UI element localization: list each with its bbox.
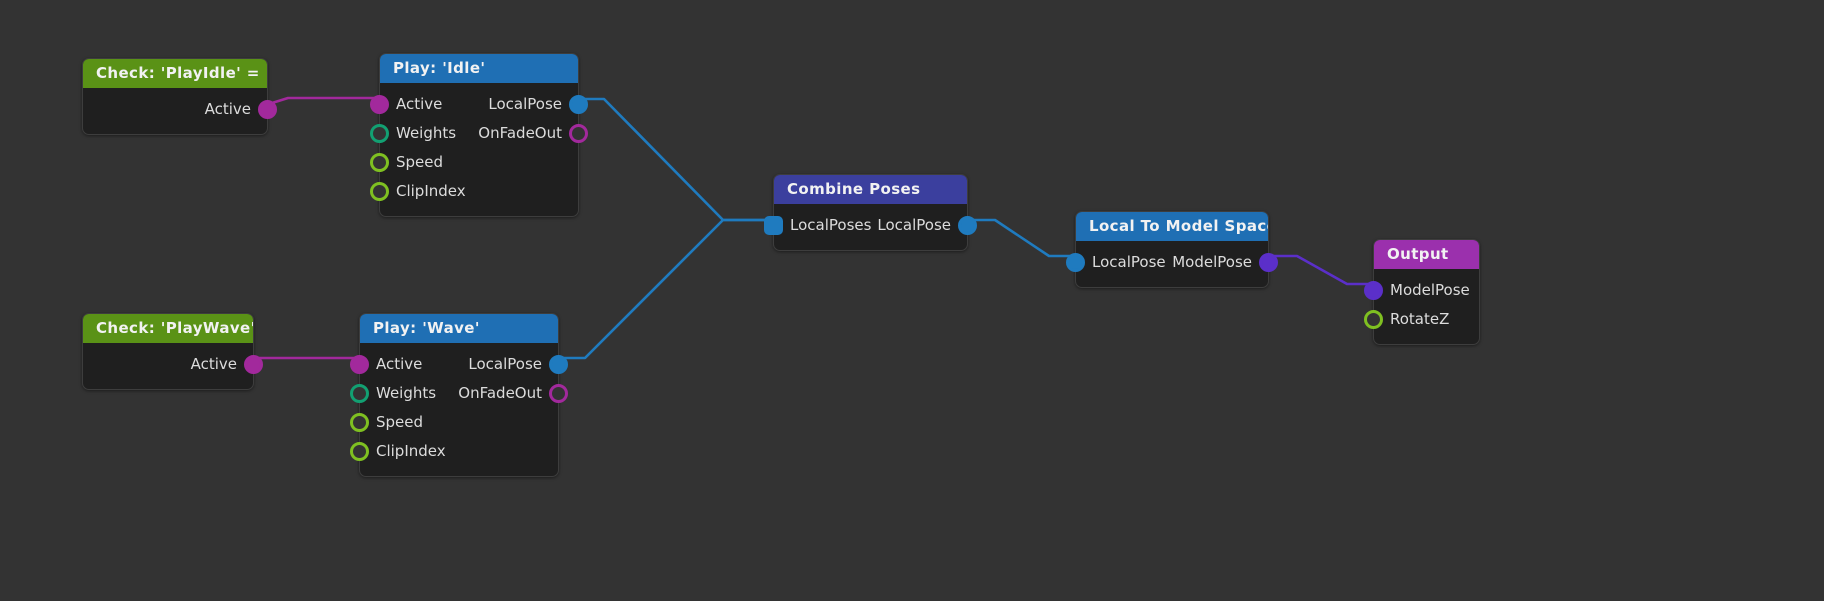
port-out-localpose-icon[interactable]: [958, 216, 977, 235]
port-out-modelpose-icon[interactable]: [1259, 253, 1278, 272]
port-in-weights-icon[interactable]: [350, 384, 369, 403]
node-local-to-model-space[interactable]: Local To Model Space LocalPose ModelPose: [1066, 211, 1278, 288]
port-label-speed: Speed: [396, 153, 444, 171]
port-in-clipindex-icon[interactable]: [370, 182, 389, 201]
port-label-localpose: LocalPose: [877, 216, 951, 234]
port-row: ClipIndex: [370, 177, 578, 206]
port-in-speed-icon[interactable]: [370, 153, 389, 172]
port-out-onfadeout-icon[interactable]: [549, 384, 568, 403]
port-row: RotateZ: [1364, 305, 1479, 334]
port-out-active-icon[interactable]: [258, 100, 277, 119]
port-label-localposes: LocalPoses: [790, 216, 872, 234]
node-play-idle[interactable]: Play: 'Idle' Active LocalPose Weights OnFade…: [370, 53, 588, 217]
port-row: Weights OnFadeOut: [370, 119, 588, 148]
node-body-play-wave: Active LocalPose Weights OnFadeOut Speed Clip…: [350, 343, 568, 476]
node-body-play-idle: Active LocalPose Weights OnFadeOut Speed Clip…: [370, 83, 588, 216]
node-header-play-idle[interactable]: Play: 'Idle': [380, 54, 578, 83]
port-row: LocalPose ModelPose: [1066, 248, 1278, 277]
node-body-check-playidle: Active: [83, 88, 277, 134]
port-label-active: Active: [204, 100, 251, 118]
port-label-speed: Speed: [376, 413, 424, 431]
port-row: Active LocalPose: [350, 350, 568, 379]
port-label-rotatez: RotateZ: [1390, 310, 1450, 328]
node-header-local-to-model-space[interactable]: Local To Model Space: [1076, 212, 1268, 241]
wire-layer: [246, 96, 1373, 360]
port-row: Active LocalPose: [370, 90, 588, 119]
port-in-active-icon[interactable]: [370, 95, 389, 114]
node-body-check-playwave: Active: [83, 343, 263, 389]
port-label-localpose: LocalPose: [1092, 253, 1166, 271]
port-out-localpose-icon[interactable]: [569, 95, 588, 114]
port-row: ModelPose: [1364, 276, 1479, 305]
port-label-active: Active: [190, 355, 237, 373]
port-label-weights: Weights: [396, 124, 457, 142]
node-check-playwave[interactable]: Check: 'PlayWave' = 1 Active: [82, 313, 263, 390]
port-row: LocalPoses LocalPose: [764, 211, 977, 240]
port-label-onfadeout: OnFadeOut: [458, 384, 542, 402]
port-label-modelpose: ModelPose: [1172, 253, 1252, 271]
port-in-modelpose-icon[interactable]: [1364, 281, 1383, 300]
wire-playidle-to-combine[interactable]: [580, 97, 773, 222]
port-label-weights: Weights: [376, 384, 437, 402]
port-out-onfadeout-icon[interactable]: [569, 124, 588, 143]
node-graph-canvas[interactable]: Check: 'PlayIdle' = 1 Active Play: 'Idle' A…: [0, 0, 1824, 601]
port-label-localpose: LocalPose: [468, 355, 542, 373]
port-label-onfadeout: OnFadeOut: [478, 124, 562, 142]
port-label-active: Active: [396, 95, 443, 113]
port-in-localposes-icon[interactable]: [764, 216, 783, 235]
port-in-speed-icon[interactable]: [350, 413, 369, 432]
node-body-combine-poses: LocalPoses LocalPose: [764, 204, 977, 250]
port-row: Weights OnFadeOut: [350, 379, 568, 408]
port-row: Active: [83, 95, 277, 124]
port-label-modelpose: ModelPose: [1390, 281, 1470, 299]
node-output[interactable]: Output ModelPose RotateZ: [1364, 239, 1480, 345]
port-out-localpose-icon[interactable]: [549, 355, 568, 374]
node-body-output: ModelPose RotateZ: [1364, 269, 1479, 344]
port-in-weights-icon[interactable]: [370, 124, 389, 143]
port-label-active: Active: [376, 355, 423, 373]
node-check-playidle[interactable]: Check: 'PlayIdle' = 1 Active: [82, 58, 277, 135]
port-row: ClipIndex: [350, 437, 558, 466]
wire-localtomodel-to-output[interactable]: [1269, 254, 1373, 286]
port-in-active-icon[interactable]: [350, 355, 369, 374]
node-body-local-to-model-space: LocalPose ModelPose: [1066, 241, 1278, 287]
port-row: Active: [83, 350, 263, 379]
node-header-check-playidle[interactable]: Check: 'PlayIdle' = 1: [83, 59, 267, 88]
node-header-check-playwave[interactable]: Check: 'PlayWave' = 1: [83, 314, 253, 343]
port-label-clipindex: ClipIndex: [376, 442, 446, 460]
node-header-play-wave[interactable]: Play: 'Wave': [360, 314, 558, 343]
node-play-wave[interactable]: Play: 'Wave' Active LocalPose Weights OnFade…: [350, 313, 568, 477]
wire-playwave-to-combine[interactable]: [559, 218, 773, 360]
port-in-localpose-icon[interactable]: [1066, 253, 1085, 272]
port-row: Speed: [370, 148, 578, 177]
port-in-clipindex-icon[interactable]: [350, 442, 369, 461]
wire-combine-to-localtomodel[interactable]: [969, 218, 1075, 258]
port-in-rotatez-icon[interactable]: [1364, 310, 1383, 329]
node-combine-poses[interactable]: Combine Poses LocalPoses LocalPose: [764, 174, 977, 251]
port-label-localpose: LocalPose: [488, 95, 562, 113]
node-header-combine-poses[interactable]: Combine Poses: [774, 175, 967, 204]
node-header-output[interactable]: Output: [1374, 240, 1479, 269]
port-out-active-icon[interactable]: [244, 355, 263, 374]
port-label-clipindex: ClipIndex: [396, 182, 466, 200]
port-row: Speed: [350, 408, 558, 437]
